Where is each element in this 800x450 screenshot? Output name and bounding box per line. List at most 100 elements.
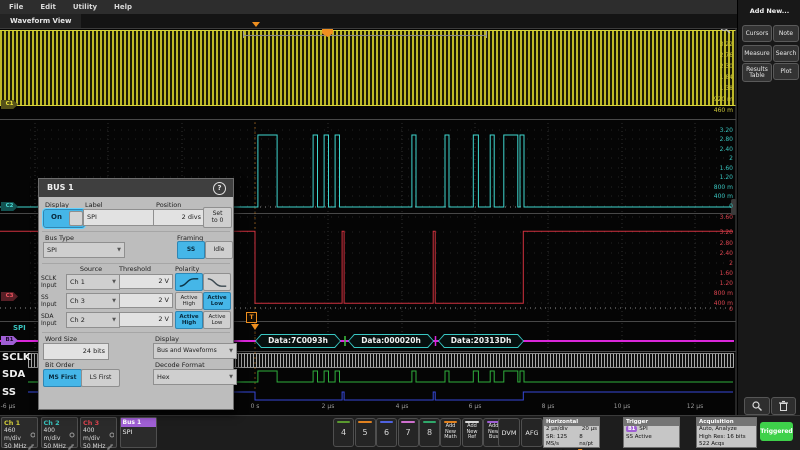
polarity-active-high-button[interactable]: Active High xyxy=(175,311,203,329)
vdiv-value: 460 m/div xyxy=(4,427,30,443)
trigger-level-indicator[interactable]: T xyxy=(246,312,257,323)
display-toggle[interactable]: On xyxy=(43,209,85,228)
tab-bar: Waveform View xyxy=(0,14,737,29)
horizontal-row: SR: 125 MS/s8 ns/pt xyxy=(544,434,599,449)
menu-file[interactable]: File xyxy=(9,3,23,11)
acquisition-value: High Res: 16 bits xyxy=(699,434,746,442)
polarity-active-high-button[interactable]: Active High xyxy=(175,292,203,310)
overview-slider-track[interactable] xyxy=(243,35,487,36)
sidebar-button-search[interactable]: Search xyxy=(773,45,799,62)
dvm-button[interactable]: DVM xyxy=(498,418,520,447)
bit-order-ms-first-button[interactable]: MS First xyxy=(43,369,82,387)
menu-utility[interactable]: Utility xyxy=(73,3,97,11)
channel-slot-6[interactable]: 6 xyxy=(376,418,397,447)
horizontal-panel[interactable]: Horizontal 2 µs/div20 µsSR: 125 MS/s8 ns… xyxy=(543,417,600,448)
acquisition-panel[interactable]: Acquisition Auto, AnalyzeHigh Res: 16 bi… xyxy=(696,417,757,448)
ch3-scale-label: 2.40 xyxy=(700,250,733,257)
sidebar-button-measure[interactable]: Measure xyxy=(742,45,772,62)
channel-slot-5[interactable]: 5 xyxy=(355,418,376,447)
decode-format-dropdown[interactable]: Hex▼ xyxy=(153,369,237,385)
ch1-scale-label: 460 m xyxy=(700,107,733,114)
menu-help[interactable]: Help xyxy=(114,3,132,11)
bus-decode-frame[interactable]: Data:7C0093h xyxy=(255,334,341,348)
add-new-ref-button[interactable]: Add New Ref xyxy=(462,418,483,447)
ch2-scale-label: 800 m xyxy=(700,184,733,191)
adder-label: Add New Math xyxy=(441,424,460,441)
framing-ss-button[interactable]: SS xyxy=(177,241,205,259)
polarity-active-low-button[interactable]: Active Low xyxy=(203,311,231,329)
acquisition-row: Auto, Analyze xyxy=(697,426,756,434)
trigger-panel-title: Trigger xyxy=(624,418,679,426)
sda-row-label: SDA xyxy=(2,369,25,380)
divider xyxy=(42,231,230,232)
source-dropdown[interactable]: Ch 2▼ xyxy=(66,312,120,328)
slot-number: 4 xyxy=(334,428,353,437)
sclk-row-label: SCLK xyxy=(2,352,31,363)
label-label: Label xyxy=(85,201,103,209)
source-dropdown[interactable]: Ch 1▼ xyxy=(66,274,120,290)
time-axis-label: 12 µs xyxy=(682,403,708,410)
add-new-math-button[interactable]: Add New Math xyxy=(440,418,461,447)
channel-slot-4[interactable]: 4 xyxy=(333,418,354,447)
tab-waveform-view[interactable]: Waveform View xyxy=(0,14,81,28)
display-mode-value: Bus and Waveforms xyxy=(157,347,217,354)
ch3-scale-label: 800 m xyxy=(700,290,733,297)
channel-badge-ch1[interactable]: Ch 1460 m/div50 MHz xyxy=(1,417,38,448)
bus-badge-value: SPI xyxy=(123,428,154,436)
acquisition-row: 522 Acqs xyxy=(697,441,756,449)
sidebar-button-results-table[interactable]: Results Table xyxy=(742,63,772,82)
bus-decode-frame[interactable]: Data:000020h xyxy=(348,334,434,348)
polarity-falling-button[interactable] xyxy=(203,273,231,291)
acquisition-row: High Res: 16 bits xyxy=(697,434,756,442)
source-dropdown[interactable]: Ch 3▼ xyxy=(66,293,120,309)
position-input[interactable]: 2 divs xyxy=(153,209,205,226)
menu-edit[interactable]: Edit xyxy=(40,3,56,11)
word-size-input[interactable]: 24 bits xyxy=(43,343,109,360)
label-input[interactable]: SPI xyxy=(83,209,155,226)
threshold-input[interactable]: 2 V xyxy=(119,293,173,308)
sidebar-button-note[interactable]: Note xyxy=(773,25,799,42)
ch3-scale-label: 3.60 xyxy=(700,214,733,221)
set-to-zero-button[interactable]: Set to 0 xyxy=(203,207,232,228)
sidebar-button-cursors[interactable]: Cursors xyxy=(742,25,772,42)
add-new-title: Add New... xyxy=(738,7,800,15)
trigger-panel[interactable]: Trigger B1SPI SS Active xyxy=(623,417,680,448)
ch1-scale-label: 920 m xyxy=(700,96,733,103)
chevron-down-icon: ▼ xyxy=(117,243,121,257)
trigger-overview-marker[interactable] xyxy=(252,22,260,27)
ch2-scale-label: 2.80 xyxy=(700,136,733,143)
slot-number: 7 xyxy=(399,428,418,437)
display-mode-dropdown[interactable]: Bus and Waveforms▼ xyxy=(153,343,237,359)
help-icon[interactable]: ? xyxy=(213,182,226,195)
bus-type-dropdown[interactable]: SPI▼ xyxy=(43,242,125,258)
threshold-input[interactable]: 2 V xyxy=(119,274,173,289)
bit-order-ls-first-button[interactable]: LS First xyxy=(81,369,120,387)
channel-slot-8[interactable]: 8 xyxy=(419,418,440,447)
overview-slider-left-tick xyxy=(243,31,244,38)
sidebar-button-plot[interactable]: Plot xyxy=(773,63,799,80)
divider xyxy=(42,263,230,264)
polarity-active-low-button[interactable]: Active Low xyxy=(203,292,231,310)
trigger-position-icon[interactable] xyxy=(251,324,259,330)
delete-tool-button[interactable] xyxy=(771,397,796,415)
input-row-name: SDA Input xyxy=(41,314,65,327)
channel-slot-7[interactable]: 7 xyxy=(398,418,419,447)
bus-decode-frame[interactable]: Data:20313Dh xyxy=(438,334,524,348)
channel-badge-ch2[interactable]: Ch 2400 m/div50 MHz xyxy=(41,417,78,448)
slot-color-stripe xyxy=(337,421,350,423)
polarity-rising-button[interactable] xyxy=(175,273,203,291)
display-toggle-value: On xyxy=(51,213,62,221)
probe-icon xyxy=(69,432,74,438)
source-value: Ch 2 xyxy=(70,316,85,324)
bus-badge-bus1[interactable]: Bus 1SPI xyxy=(120,417,157,448)
horizontal-value-right: 20 µs xyxy=(582,426,597,434)
threshold-input[interactable]: 2 V xyxy=(119,312,173,327)
channel-badge-ch3[interactable]: Ch 3400 m/div50 MHz xyxy=(80,417,117,448)
dialog-title-bar[interactable]: BUS 1 ? xyxy=(39,179,233,197)
bandwidth-limit-icon xyxy=(68,444,75,450)
ch1-clock-waveform xyxy=(0,30,736,106)
framing-idle-button[interactable]: Idle xyxy=(205,241,233,259)
triggered-status-badge[interactable]: Triggered xyxy=(760,422,793,441)
afg-button[interactable]: AFG xyxy=(521,418,543,447)
zoom-tool-button[interactable] xyxy=(744,397,770,415)
